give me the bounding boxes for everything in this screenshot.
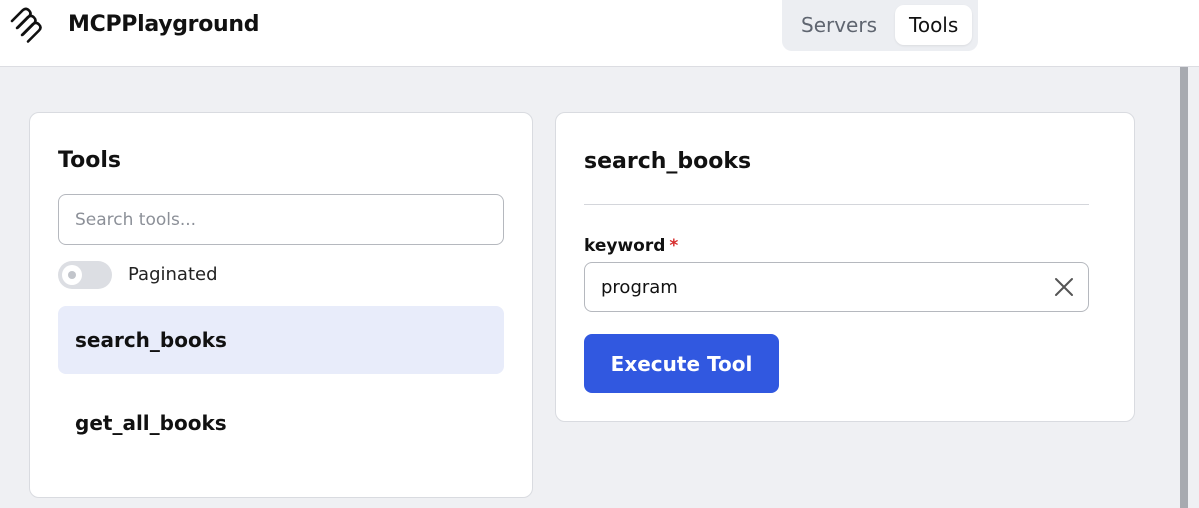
- stacked-lines-logo-icon[interactable]: [8, 6, 46, 44]
- keyword-label: keyword *: [584, 234, 678, 258]
- tab-servers[interactable]: Servers: [787, 5, 891, 45]
- top-header: MCPPlayground Servers Tools: [0, 0, 1199, 67]
- close-icon[interactable]: [1053, 276, 1075, 298]
- paginated-label: Paginated: [128, 264, 218, 285]
- tools-panel-title: Tools: [58, 148, 121, 173]
- execute-tool-button[interactable]: Execute Tool: [584, 334, 779, 393]
- paginated-toggle[interactable]: [58, 261, 112, 289]
- tab-tools[interactable]: Tools: [895, 5, 973, 45]
- brand-title: MCPPlayground: [68, 12, 260, 37]
- tool-item-get-all-books[interactable]: get_all_books: [58, 389, 504, 457]
- divider: [584, 204, 1089, 205]
- keyword-label-text: keyword: [584, 236, 666, 256]
- toggle-knob: [62, 265, 82, 285]
- page-scrollbar[interactable]: [1180, 67, 1188, 508]
- required-mark: *: [669, 236, 679, 256]
- tool-item-search-books[interactable]: search_books: [58, 306, 504, 374]
- tool-detail-panel: search_books keyword* Execute Tool: [555, 112, 1135, 422]
- tool-detail-title: search_books: [584, 149, 752, 174]
- tools-list-panel: Tools Paginated search_books get_all_boo…: [29, 112, 533, 498]
- top-nav: Servers Tools: [782, 0, 978, 51]
- keyword-input[interactable]: [584, 262, 1089, 312]
- search-tools-input[interactable]: [58, 194, 504, 245]
